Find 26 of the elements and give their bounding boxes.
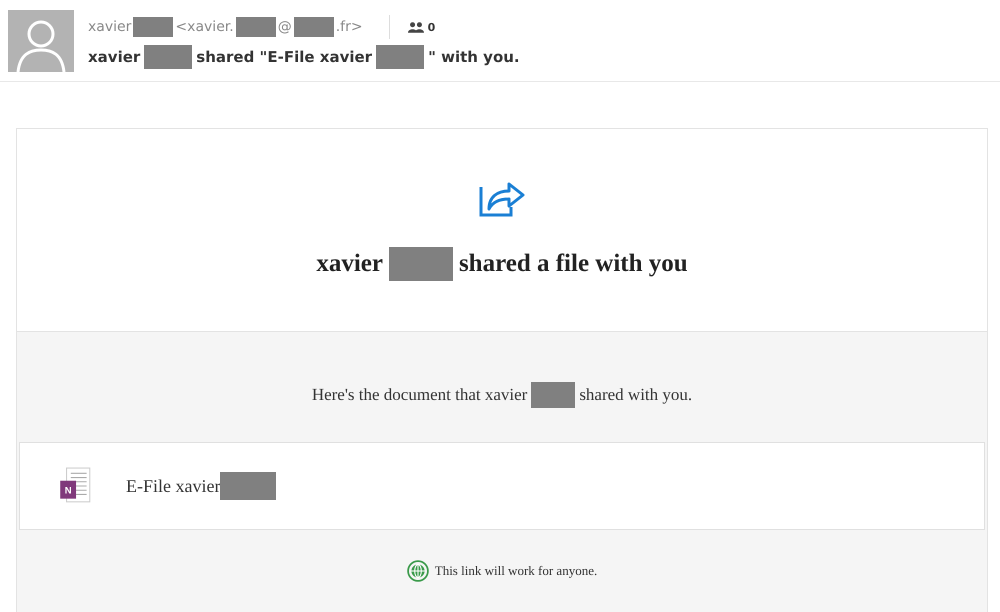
heading-text: shared a file with you: [458, 250, 688, 278]
redaction-mark: [133, 17, 174, 37]
people-icon[interactable]: [408, 21, 424, 33]
subject-text: " with you.: [428, 48, 520, 66]
message-text: shared with you.: [579, 385, 692, 405]
redaction-mark: [144, 45, 192, 69]
message-text: Here's the document that xavier: [312, 385, 528, 405]
sender-text: .fr>: [336, 19, 363, 35]
avatar-icon: [8, 10, 74, 72]
heading-text: xavier: [316, 250, 383, 278]
file-row[interactable]: N E-File xavier: [19, 442, 985, 530]
subject-text: xavier: [88, 48, 140, 66]
redaction-mark: [294, 17, 334, 37]
people-count: 0: [428, 20, 436, 34]
redaction-mark: [236, 17, 276, 37]
file-name: E-File xavier: [126, 476, 220, 496]
sender-text: xavier: [88, 19, 132, 35]
redaction-mark: [531, 382, 576, 408]
subject-text: shared "E-File xavier: [196, 48, 372, 66]
redaction-mark: [388, 247, 453, 281]
sender-text: @: [278, 19, 292, 35]
redaction-mark: [376, 45, 424, 69]
link-note: This link will work for anyone.: [434, 563, 598, 579]
redaction-mark: [220, 472, 276, 500]
globe-icon: [406, 560, 429, 582]
sender-text: <xavier.: [175, 19, 234, 35]
